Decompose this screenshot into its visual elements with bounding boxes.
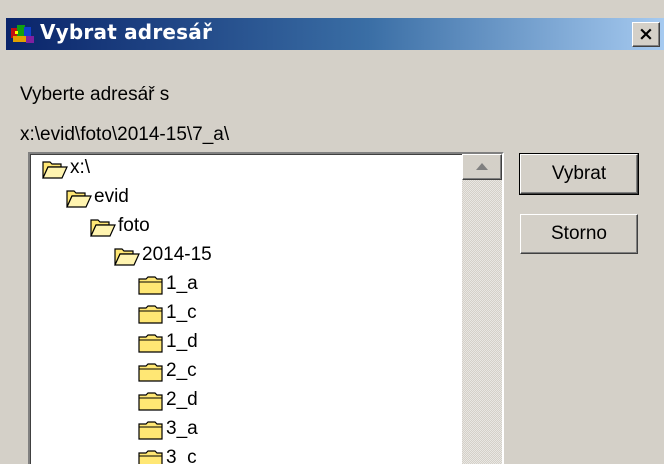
tree-item-label: 3_a xyxy=(166,418,198,439)
cancel-button[interactable]: Storno xyxy=(520,214,638,254)
close-icon: × xyxy=(638,23,654,45)
tree-item-label: foto xyxy=(118,215,150,236)
tree-item-label: 3_c xyxy=(166,447,197,464)
tree-item-label: 2014-15 xyxy=(142,244,212,265)
app-icon xyxy=(11,25,34,43)
tree-item-label: x:\ xyxy=(70,157,91,178)
tree-item-label: 1_d xyxy=(166,331,198,352)
select-button[interactable]: Vybrat xyxy=(520,154,638,194)
close-button[interactable]: × xyxy=(632,22,660,47)
tree-item-label: evid xyxy=(94,186,129,207)
window-title: Vybrat adresář xyxy=(40,20,213,44)
select-directory-dialog: Vybrat adresář × Vyberte adresář s x:\ev… xyxy=(0,0,664,464)
scroll-up-button[interactable] xyxy=(462,154,502,180)
vertical-scrollbar[interactable] xyxy=(462,154,502,464)
tree-item-label: 1_a xyxy=(166,273,198,294)
tree-item-label: 1_c xyxy=(166,302,197,323)
folder-tree[interactable]: x:\ evid foto 2014-15 1_a 1_c 1_d 2_c 2_d 3_a 3_c xyxy=(28,152,504,464)
tree-item-label: 2_c xyxy=(166,360,197,381)
tree-item-label: 2_d xyxy=(166,389,198,410)
arrow-up-icon xyxy=(476,163,488,170)
prompt-label: Vyberte adresář s xyxy=(20,84,170,105)
title-bar[interactable]: Vybrat adresář × xyxy=(6,18,664,50)
current-path-label: x:\evid\foto\2014-15\7_a\ xyxy=(20,124,230,145)
